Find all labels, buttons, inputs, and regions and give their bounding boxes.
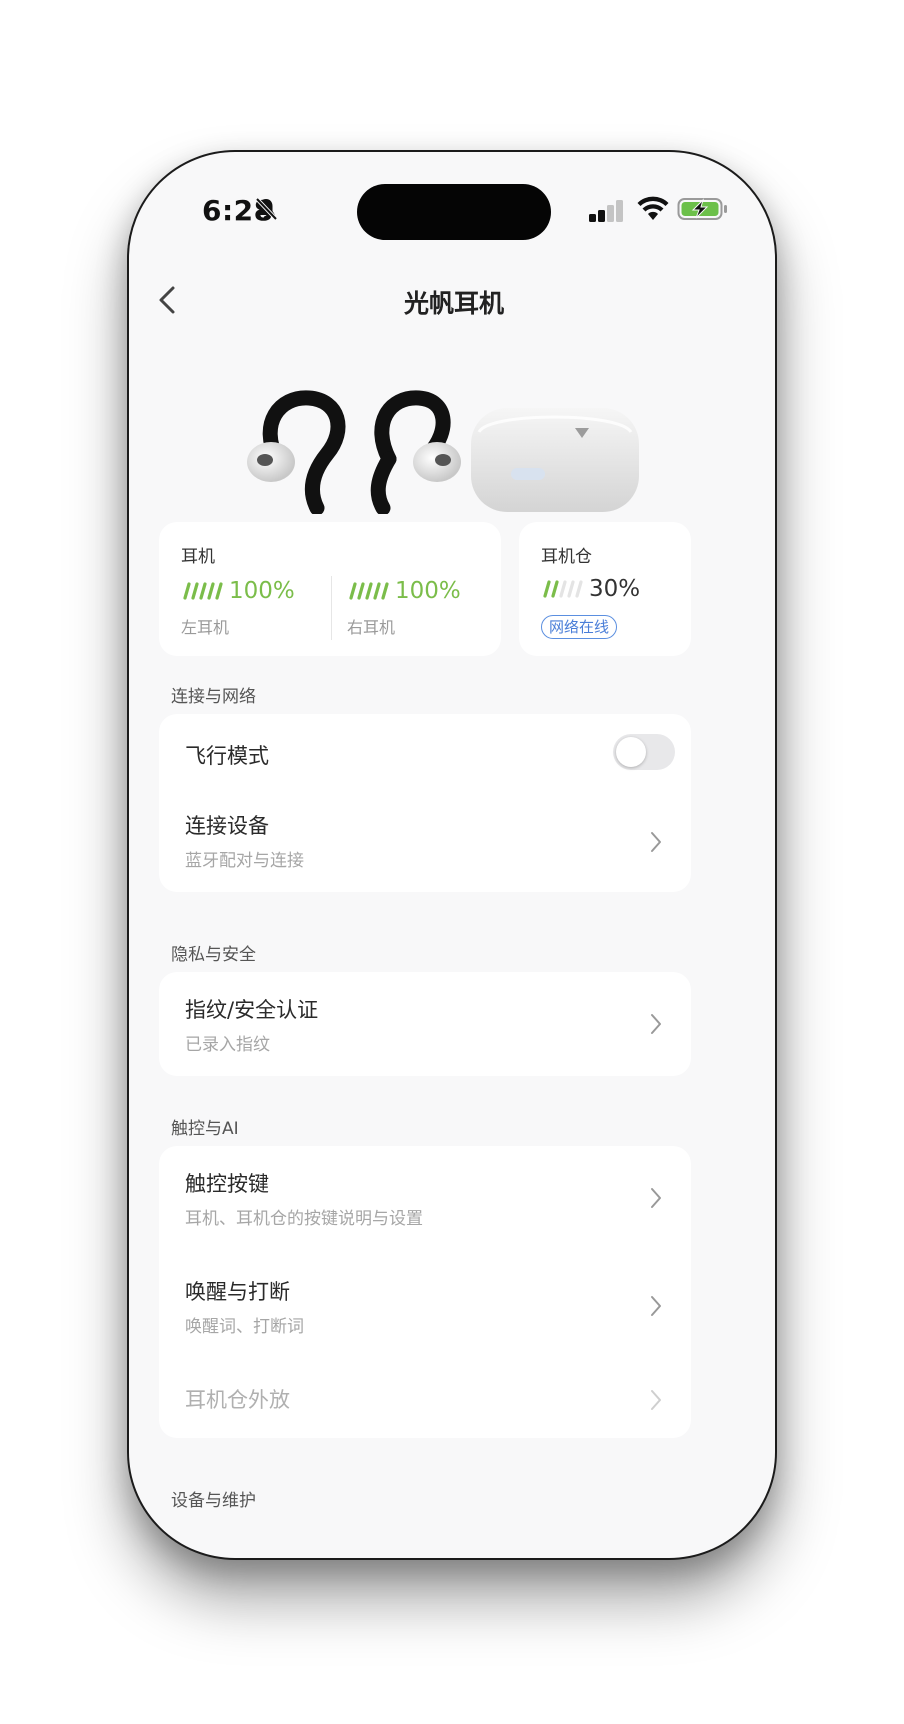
earbuds-product-image (247, 390, 639, 514)
wake-interrupt-row[interactable]: 唤醒与打断 唤醒词、打断词 (159, 1254, 691, 1358)
battery-charging-icon (677, 198, 727, 220)
page-title: 光帆耳机 (403, 289, 504, 318)
chevron-right-icon (651, 1014, 661, 1034)
toggle-knob (616, 737, 646, 767)
airplane-mode-toggle[interactable] (613, 734, 675, 770)
network-status: 网络在线 (541, 615, 618, 639)
fingerprint-subtitle: 已录入指纹 (185, 1035, 270, 1055)
touch-keys-title: 触控按键 (185, 1172, 269, 1196)
earbuds-card-label: 耳机 (181, 547, 215, 567)
chevron-right-icon (651, 1296, 661, 1316)
cellular-signal-icon (589, 200, 623, 222)
earbuds-battery-card: 耳机 100% 左耳机 100% 右耳机 (159, 522, 501, 656)
touch-keys-row[interactable]: 触控按键 耳机、耳机仓的按键说明与设置 (159, 1146, 691, 1250)
right-earbud-label: 右耳机 (347, 618, 396, 637)
section-label-connectivity: 连接与网络 (171, 687, 256, 707)
fingerprint-row[interactable]: 指纹/安全认证 已录入指纹 (159, 972, 691, 1076)
connect-device-title: 连接设备 (185, 814, 269, 838)
left-earbud-percent: 100% (229, 578, 295, 604)
connect-device-subtitle: 蓝牙配对与连接 (185, 851, 304, 871)
connect-device-row[interactable]: 连接设备 蓝牙配对与连接 (159, 792, 691, 892)
case-percent: 30% (589, 576, 641, 602)
dynamic-island (357, 184, 551, 240)
case-battery-card: 耳机仓 30% 网络在线 (519, 522, 691, 656)
battery-level-icon (183, 582, 223, 600)
section-label-device: 设备与维护 (171, 1491, 256, 1511)
silent-bell-icon (255, 197, 278, 221)
network-online-badge: 网络在线 (541, 615, 618, 639)
airplane-mode-title: 飞行模式 (185, 744, 269, 768)
touch-keys-subtitle: 耳机、耳机仓的按键说明与设置 (185, 1209, 423, 1229)
divider (331, 576, 332, 640)
airplane-mode-row: 飞行模式 (159, 714, 691, 790)
battery-level-icon (349, 582, 389, 600)
wifi-icon (637, 196, 669, 220)
wake-interrupt-subtitle: 唤醒词、打断词 (185, 1317, 304, 1337)
touch-ai-card: 触控按键 耳机、耳机仓的按键说明与设置 唤醒与打断 唤醒词、打断词 耳机仓外放 (159, 1146, 691, 1438)
battery-level-icon (543, 580, 583, 598)
phone-frame: 6:28 光帆耳机 耳机 100% 左耳机 100% 右耳机 耳机仓 30% 网… (127, 150, 777, 1560)
left-earbud-battery: 100% (181, 578, 295, 604)
chevron-right-icon (651, 1188, 661, 1208)
case-speaker-row[interactable]: 耳机仓外放 (159, 1362, 691, 1438)
chevron-right-icon (651, 832, 661, 852)
connectivity-card: 飞行模式 连接设备 蓝牙配对与连接 (159, 714, 691, 892)
right-earbud-percent: 100% (395, 578, 461, 604)
case-speaker-title: 耳机仓外放 (185, 1388, 290, 1412)
section-label-touch-ai: 触控与AI (171, 1119, 239, 1139)
privacy-card: 指纹/安全认证 已录入指纹 (159, 972, 691, 1076)
case-card-label: 耳机仓 (541, 547, 592, 567)
case-battery: 30% (541, 576, 640, 602)
right-earbud-battery: 100% (347, 578, 461, 604)
section-label-privacy: 隐私与安全 (171, 945, 256, 965)
fingerprint-title: 指纹/安全认证 (185, 998, 319, 1022)
wake-interrupt-title: 唤醒与打断 (185, 1280, 290, 1304)
left-earbud-label: 左耳机 (181, 618, 230, 637)
chevron-right-icon (651, 1390, 661, 1410)
